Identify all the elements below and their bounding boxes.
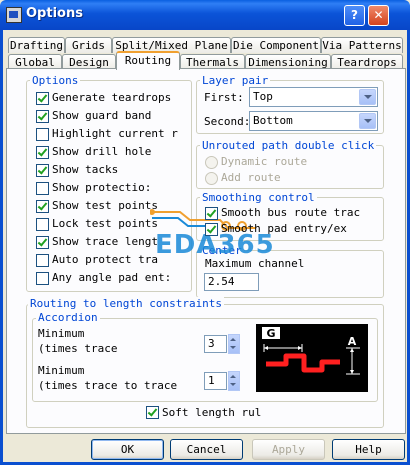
minimum-times-trace-label: (times trace — [38, 342, 118, 355]
help-title-button[interactable]: ? — [344, 5, 365, 26]
accordion-group-label: Accordion — [36, 311, 100, 324]
option-checkbox[interactable] — [36, 146, 49, 159]
option-checkbox[interactable] — [36, 272, 49, 285]
tab-routing[interactable]: Routing — [116, 51, 180, 70]
app-icon — [6, 7, 22, 23]
ok-button[interactable]: OK — [91, 439, 164, 460]
option-checkbox[interactable] — [36, 218, 49, 231]
options-group-label: Options — [30, 74, 81, 87]
tab-drafting[interactable]: Drafting — [8, 37, 65, 53]
second-layer-select[interactable]: Bottom — [249, 111, 378, 131]
option-checkbox[interactable] — [36, 128, 49, 141]
smoothing-label: Smooth bus route trac — [221, 206, 361, 219]
option-label: Show drill hole — [52, 145, 152, 158]
unrouted-group-label: Unrouted path double click — [200, 139, 377, 152]
soft-length-checkbox[interactable] — [146, 406, 159, 419]
minimum-label: Minimum — [38, 327, 85, 340]
max-channel-input[interactable]: 2.54 — [204, 273, 259, 291]
option-label: Lock test points — [52, 217, 158, 230]
option-label: Auto protect tra — [52, 253, 158, 266]
accordion-trace — [266, 353, 340, 373]
minimum-gap-input[interactable]: 1 — [204, 372, 227, 390]
smoothing-group-label: Smoothing control — [200, 191, 317, 204]
option-checkbox[interactable] — [36, 92, 49, 105]
minimum-gap-label: Minimum — [38, 364, 85, 377]
routing-to-length-group-label: Routing to length constraints — [28, 297, 225, 310]
add-route-label: Add route — [221, 171, 281, 184]
tab-die-component[interactable]: Die Component — [231, 37, 321, 53]
help-button[interactable]: Help — [332, 439, 405, 460]
dynamic-route-label: Dynamic route — [221, 155, 308, 168]
apply-button[interactable]: Apply — [252, 439, 325, 460]
cancel-button[interactable]: Cancel — [170, 439, 243, 460]
chevron-down-icon[interactable] — [359, 89, 376, 105]
add-route-radio[interactable] — [205, 172, 218, 185]
option-label: Any angle pad ent: — [52, 271, 172, 284]
smoothing-checkbox[interactable] — [205, 223, 218, 236]
option-label: Generate teardrops — [52, 91, 172, 104]
option-label: Show protectio: — [52, 181, 152, 194]
minimum-amplitude-spinner[interactable] — [228, 334, 240, 354]
layer-pair-group-label: Layer pair — [200, 74, 271, 87]
smoothing-label: Smooth pad entry/ex — [221, 222, 347, 235]
option-checkbox[interactable] — [36, 200, 49, 213]
option-label: Show test points — [52, 199, 158, 212]
minimum-times-trace-to-trace-label: (times trace to trace — [38, 379, 178, 392]
first-layer-label: First: — [204, 91, 244, 104]
minimum-amplitude-input[interactable]: 3 — [204, 335, 227, 353]
option-label: Show trace lengt — [52, 235, 158, 248]
option-label: Show tacks — [52, 163, 119, 176]
chevron-down-icon[interactable] — [359, 113, 376, 129]
dynamic-route-radio[interactable] — [205, 156, 218, 169]
option-checkbox[interactable] — [36, 254, 49, 267]
smoothing-checkbox[interactable] — [205, 207, 218, 220]
second-layer-value: Bottom — [253, 114, 293, 127]
first-layer-select[interactable]: Top — [249, 87, 378, 107]
accordion-diagram: G A — [256, 324, 368, 392]
option-checkbox[interactable] — [36, 164, 49, 177]
close-title-button[interactable]: ✕ — [368, 5, 389, 26]
minimum-gap-spinner[interactable] — [228, 371, 240, 391]
second-layer-label: Second: — [204, 115, 251, 128]
option-checkbox[interactable] — [36, 110, 49, 123]
first-layer-value: Top — [253, 90, 273, 103]
diagram-g-label: G — [266, 327, 275, 340]
soft-length-label: Soft length rul — [162, 406, 262, 419]
tab-grids[interactable]: Grids — [65, 37, 112, 53]
option-checkbox[interactable] — [36, 236, 49, 249]
option-label: Show guard band — [52, 109, 152, 122]
option-checkbox[interactable] — [36, 182, 49, 195]
window-frame-left — [0, 30, 3, 465]
diagram-a-label: A — [348, 335, 357, 348]
option-label: Highlight current r — [52, 127, 178, 140]
window-title: Options — [26, 6, 83, 21]
tab-via-patterns[interactable]: Via Patterns — [321, 37, 403, 53]
